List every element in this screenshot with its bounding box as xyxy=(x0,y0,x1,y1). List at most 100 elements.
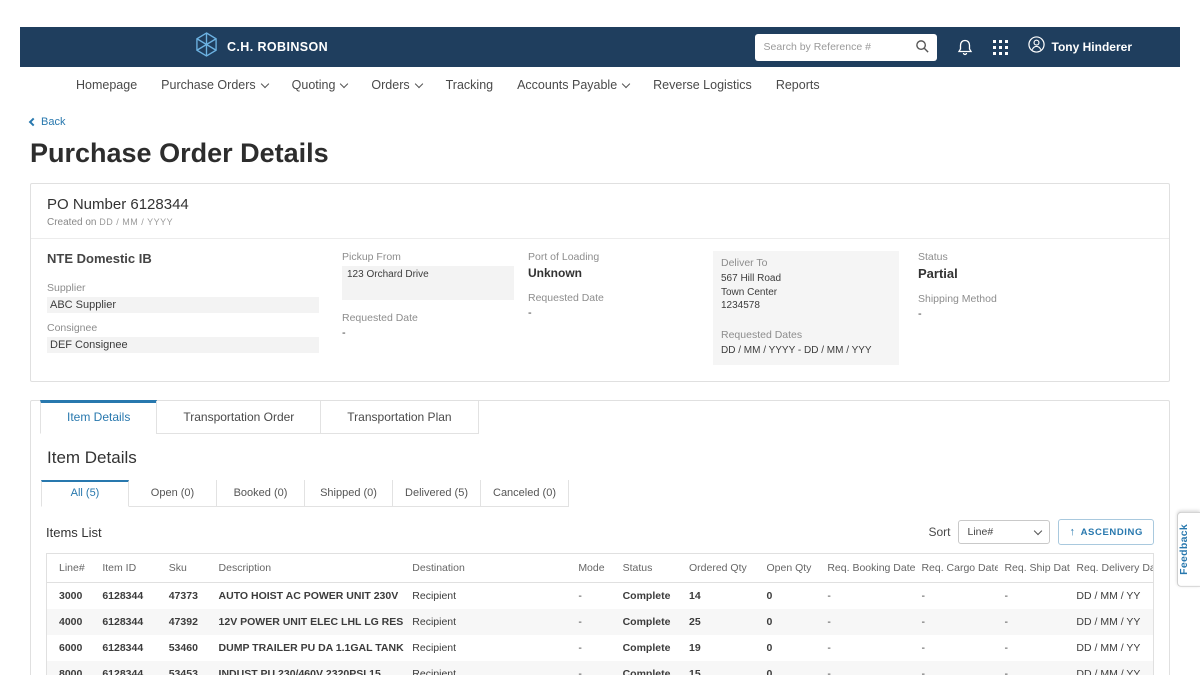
table-cell: - xyxy=(821,661,915,675)
filter-tab-all[interactable]: All (5) xyxy=(41,480,129,507)
nav-item-quoting[interactable]: Quoting xyxy=(292,78,348,92)
back-link[interactable]: Back xyxy=(30,116,65,128)
nav-item-accounts-payable[interactable]: Accounts Payable xyxy=(517,78,629,92)
port-requested-date-label: Requested Date xyxy=(528,292,699,304)
port-of-loading-value: Unknown xyxy=(528,266,699,280)
table-cell: 47373 xyxy=(163,583,213,610)
table-cell: 6128344 xyxy=(96,661,162,675)
col-header-req-ship-date: Req. Ship Date xyxy=(998,554,1070,583)
apps-grid-icon[interactable] xyxy=(993,40,1008,55)
chevron-down-icon xyxy=(414,79,422,87)
main-navigation: Homepage Purchase Orders Quoting Orders … xyxy=(20,67,1180,103)
details-tabs-card: Item Details Transportation Order Transp… xyxy=(30,400,1170,675)
table-cell: 19 xyxy=(683,635,760,661)
filter-tab-open[interactable]: Open (0) xyxy=(129,480,217,507)
table-cell: 0 xyxy=(760,661,821,675)
table-cell: 8000 xyxy=(47,661,97,675)
nav-item-reverse-logistics[interactable]: Reverse Logistics xyxy=(653,78,752,92)
po-type: NTE Domestic IB xyxy=(47,251,328,266)
pickup-from-value: 123 Orchard Drive xyxy=(342,266,514,300)
col-header-req-booking-date: Req. Booking Date xyxy=(821,554,915,583)
items-table-body: 3000612834447373AUTO HOIST AC POWER UNIT… xyxy=(47,583,1154,675)
col-header-ordered-qty: Ordered Qty xyxy=(683,554,760,583)
po-number-heading: PO Number 6128344 xyxy=(47,196,1153,213)
filter-tab-shipped[interactable]: Shipped (0) xyxy=(305,480,393,507)
table-cell: DD / MM / YY xyxy=(1070,661,1153,675)
shipping-method-value: - xyxy=(918,308,1139,320)
arrow-up-icon: ↑ xyxy=(1069,526,1075,538)
table-cell: 14 xyxy=(683,583,760,610)
col-header-destination: Destination xyxy=(406,554,572,583)
col-header-line: Line# xyxy=(47,554,97,583)
col-header-status: Status xyxy=(617,554,683,583)
nav-item-purchase-orders[interactable]: Purchase Orders xyxy=(161,78,267,92)
table-cell: DD / MM / YY xyxy=(1070,583,1153,610)
tab-transportation-plan[interactable]: Transportation Plan xyxy=(320,401,478,434)
table-cell: 47392 xyxy=(163,609,213,635)
port-of-loading-label: Port of Loading xyxy=(528,251,699,263)
deliver-to-label: Deliver To xyxy=(721,257,891,269)
filter-tab-canceled[interactable]: Canceled (0) xyxy=(481,480,569,507)
table-cell: 25 xyxy=(683,609,760,635)
col-header-description: Description xyxy=(213,554,407,583)
table-row[interactable]: 6000612834453460DUMP TRAILER PU DA 1.1GA… xyxy=(47,635,1154,661)
table-header-row: Line# Item ID Sku Description Destinatio… xyxy=(47,554,1154,583)
table-cell: Complete xyxy=(617,661,683,675)
sort-selected-value: Line# xyxy=(967,526,993,538)
po-summary-card: PO Number 6128344 Created on DD / MM / Y… xyxy=(30,183,1170,382)
tab-transportation-order[interactable]: Transportation Order xyxy=(156,401,321,434)
table-cell: - xyxy=(572,609,616,635)
nav-item-homepage[interactable]: Homepage xyxy=(76,78,137,92)
tab-item-details[interactable]: Item Details xyxy=(40,400,157,434)
table-cell: 53453 xyxy=(163,661,213,675)
nav-item-tracking[interactable]: Tracking xyxy=(446,78,493,92)
table-cell: 0 xyxy=(760,635,821,661)
status-value: Partial xyxy=(918,266,1139,281)
table-cell: - xyxy=(821,635,915,661)
app-screen: C.H. ROBINSON xyxy=(0,0,1200,675)
col-header-sku: Sku xyxy=(163,554,213,583)
nav-item-reports[interactable]: Reports xyxy=(776,78,820,92)
table-cell: 4000 xyxy=(47,609,97,635)
feedback-button[interactable]: Feedback xyxy=(1177,512,1200,587)
table-row[interactable]: 3000612834447373AUTO HOIST AC POWER UNIT… xyxy=(47,583,1154,610)
table-cell: DD / MM / YY xyxy=(1070,609,1153,635)
sort-direction-button[interactable]: ↑ ASCENDING xyxy=(1058,519,1154,545)
table-cell: 6128344 xyxy=(96,609,162,635)
table-cell: 15 xyxy=(683,661,760,675)
table-cell: - xyxy=(998,583,1070,610)
pickup-from-label: Pickup From xyxy=(342,251,514,263)
chevron-down-icon xyxy=(1034,526,1042,534)
brand-logo[interactable]: C.H. ROBINSON xyxy=(195,32,328,62)
page-title: Purchase Order Details xyxy=(30,138,1170,169)
filter-tab-delivered[interactable]: Delivered (5) xyxy=(393,480,481,507)
deliver-to-panel: Deliver To 567 Hill Road Town Center 123… xyxy=(713,251,899,365)
search-icon[interactable] xyxy=(915,39,930,59)
notifications-bell-icon[interactable] xyxy=(957,39,973,56)
sort-label: Sort xyxy=(928,525,950,539)
user-menu[interactable]: Tony Hinderer xyxy=(1028,36,1132,58)
user-name: Tony Hinderer xyxy=(1052,40,1132,54)
items-list-heading: Items List xyxy=(46,525,102,540)
table-cell: - xyxy=(572,635,616,661)
table-cell: - xyxy=(915,609,998,635)
table-row[interactable]: 8000612834453453INDUST PU 230/460V 2320P… xyxy=(47,661,1154,675)
table-cell: Recipient xyxy=(406,583,572,610)
item-details-heading: Item Details xyxy=(31,434,1169,480)
table-cell: INDUST PU 230/460V 2320PSI 15 xyxy=(213,661,407,675)
sort-select[interactable]: Line# xyxy=(958,520,1050,544)
col-header-item-id: Item ID xyxy=(96,554,162,583)
table-row[interactable]: 400061283444739212V POWER UNIT ELEC LHL … xyxy=(47,609,1154,635)
chevron-down-icon xyxy=(260,79,268,87)
table-cell: 0 xyxy=(760,609,821,635)
deliver-to-line1: 567 Hill Road xyxy=(721,272,891,286)
brand-name: C.H. ROBINSON xyxy=(227,40,328,54)
table-cell: Recipient xyxy=(406,635,572,661)
nav-item-orders[interactable]: Orders xyxy=(371,78,421,92)
table-cell: - xyxy=(998,661,1070,675)
table-cell: Complete xyxy=(617,609,683,635)
consignee-label: Consignee xyxy=(47,322,328,334)
deliver-to-line3: 1234578 xyxy=(721,299,891,313)
filter-tab-booked[interactable]: Booked (0) xyxy=(217,480,305,507)
search-input[interactable] xyxy=(755,34,937,61)
